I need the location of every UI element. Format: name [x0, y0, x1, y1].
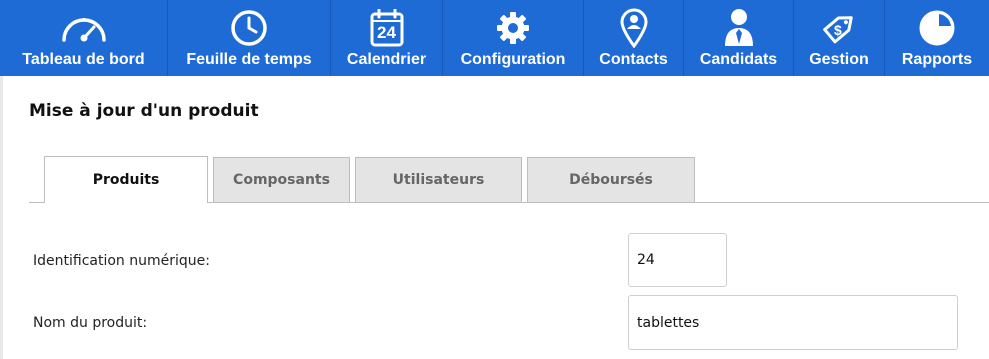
id-field-input[interactable]: [628, 233, 727, 287]
nav-label: Rapports: [901, 51, 973, 68]
nav-item-calendrier[interactable]: 24 Calendrier: [331, 0, 443, 76]
nav-item-contacts[interactable]: Contacts: [584, 0, 684, 76]
nav-label: Configuration: [460, 51, 566, 68]
nav-item-candidats[interactable]: Candidats: [684, 0, 794, 76]
nav-label: Feuille de temps: [186, 51, 312, 68]
clock-icon: [230, 9, 268, 47]
nav-item-gestion[interactable]: $ Gestion: [794, 0, 885, 76]
product-name-label: Nom du produit:: [33, 315, 148, 331]
tab-utilisateurs[interactable]: Utilisateurs: [355, 157, 522, 202]
tab-produits[interactable]: Produits: [44, 156, 208, 203]
nav-label: Contacts: [599, 51, 668, 68]
tab-debourses[interactable]: Déboursés: [527, 157, 695, 202]
product-name-input[interactable]: [628, 295, 958, 350]
nav-label: Gestion: [809, 51, 869, 68]
nav-label: Tableau de bord: [22, 51, 145, 68]
left-edge-strip: [0, 76, 3, 359]
calendar-day-badge: 24: [377, 23, 396, 42]
gear-icon: [495, 9, 531, 47]
id-field-label: Identification numérique:: [33, 253, 210, 269]
pie-chart-icon: [918, 9, 956, 47]
nav-item-rapports[interactable]: Rapports: [885, 0, 989, 76]
svg-text:$: $: [834, 22, 842, 38]
nav-item-configuration[interactable]: Configuration: [443, 0, 584, 76]
person-tie-icon: [723, 9, 755, 47]
page-title: Mise à jour d'un produit: [29, 101, 259, 121]
main-navigation-bar: Tableau de bord Feuille de temps 24 Cale…: [0, 0, 989, 76]
nav-item-tableau-de-bord[interactable]: Tableau de bord: [0, 0, 168, 76]
map-pin-person-icon: [619, 8, 649, 48]
calendar-icon: 24: [370, 9, 404, 47]
nav-label: Calendrier: [346, 51, 427, 68]
price-tag-dollar-icon: $: [819, 9, 859, 47]
nav-item-feuille-de-temps[interactable]: Feuille de temps: [168, 0, 331, 76]
nav-label: Candidats: [699, 51, 778, 68]
tab-composants[interactable]: Composants: [213, 157, 350, 202]
dashboard-gauge-icon: [59, 9, 109, 47]
